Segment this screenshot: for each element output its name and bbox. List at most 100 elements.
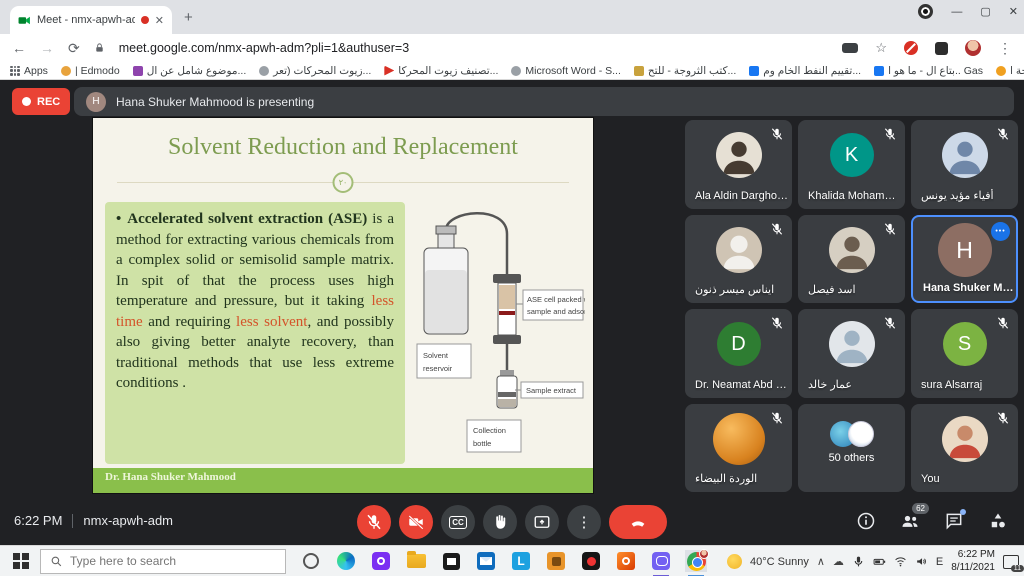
more-options-button[interactable]: ⋮ <box>567 505 601 539</box>
browser-tab[interactable]: Meet - nmx-apwh-adm ✕ <box>10 6 172 34</box>
participants-button[interactable]: 62 <box>900 511 920 531</box>
purple-app-button[interactable] <box>370 550 392 572</box>
raise-hand-button[interactable] <box>483 505 517 539</box>
avatar <box>829 227 875 273</box>
captions-button[interactable]: CC <box>441 505 475 539</box>
tab-close-icon[interactable]: ✕ <box>155 14 164 27</box>
start-button[interactable] <box>13 553 29 569</box>
facebook-favicon <box>874 66 884 76</box>
bookmark-item[interactable]: موضوع شامل عن ال... <box>133 65 247 77</box>
meeting-details-button[interactable] <box>856 511 876 531</box>
participant-tile[interactable]: الوردة البيضاء <box>685 404 792 493</box>
bookmark-item[interactable]: زيوت المحركات (تعر... <box>259 65 371 77</box>
camera-off-icon <box>407 513 425 531</box>
self-tile[interactable]: You <box>911 404 1018 493</box>
language-indicator[interactable]: E <box>936 556 943 568</box>
apps-shortcut[interactable]: Apps <box>10 65 48 77</box>
volume-icon[interactable] <box>915 555 928 568</box>
bookmark-edmodo[interactable]: | Edmodo <box>61 65 120 77</box>
mic-off-icon <box>770 316 784 330</box>
bookmark-item[interactable]: كتب الثروجة - للتح... <box>634 65 736 77</box>
media-app-button[interactable] <box>580 550 602 572</box>
mic-off-icon <box>883 316 897 330</box>
tray-expand-icon[interactable]: ∧ <box>817 555 825 568</box>
leave-call-button[interactable] <box>609 505 667 539</box>
participant-tile[interactable]: ايناس ميسر ذنون <box>685 215 792 304</box>
window-maximize-button[interactable]: ▢ <box>980 5 990 18</box>
participant-tile[interactable]: S sura Alsarraj <box>911 309 1018 398</box>
taskbar-search-input[interactable] <box>70 554 276 568</box>
office-button[interactable] <box>615 550 637 572</box>
chrome-button[interactable] <box>685 550 707 572</box>
hand-icon <box>491 513 509 531</box>
extension-pin-icon[interactable] <box>935 42 948 55</box>
extension-blocker-icon[interactable] <box>904 41 918 55</box>
svg-text:ASE cell packed with: ASE cell packed with <box>527 295 585 304</box>
participant-tile[interactable]: Ala Aldin Darghouth <box>685 120 792 209</box>
screen: Meet - nmx-apwh-adm ✕ + — ▢ ✕ ← → ⟳ meet… <box>0 0 1024 576</box>
edge-button[interactable] <box>335 550 357 572</box>
globe-favicon <box>511 66 521 76</box>
tile-menu-button[interactable]: ••• <box>991 222 1010 241</box>
participant-name: Hana Shuker Mahm... <box>923 282 1014 294</box>
present-button[interactable] <box>525 505 559 539</box>
cortana-button[interactable] <box>300 550 322 572</box>
action-center-icon[interactable]: 11 <box>1003 555 1019 569</box>
browser-tabstrip: Meet - nmx-apwh-adm ✕ + — ▢ ✕ <box>0 0 1024 34</box>
bookmark-facebook[interactable]: تقييم النفط الخام وم... <box>749 65 861 77</box>
url-bar[interactable]: meet.google.com/nmx-apwh-adm?pli=1&authu… <box>119 41 409 55</box>
cc-icon: CC <box>449 516 467 529</box>
svg-text:bottle: bottle <box>473 439 491 448</box>
wifi-icon[interactable] <box>894 555 907 568</box>
mic-off-icon <box>770 411 784 425</box>
taskbar-search[interactable] <box>40 549 286 574</box>
new-tab-button[interactable]: + <box>184 9 193 26</box>
mic-off-icon <box>996 411 1010 425</box>
camera-toggle-button[interactable] <box>399 505 433 539</box>
activities-button[interactable] <box>988 511 1008 531</box>
avatar: K <box>830 133 874 177</box>
participant-tile-presenter[interactable]: ••• H Hana Shuker Mahm... <box>911 215 1018 304</box>
onedrive-cloud-icon[interactable]: ☁ <box>833 555 844 568</box>
participant-tile[interactable]: اسد فيصل <box>798 215 905 304</box>
participant-tile[interactable]: D Dr. Neamat Abd El-... <box>685 309 792 398</box>
orange-app-button[interactable] <box>545 550 567 572</box>
bookmark-star-icon[interactable]: ☆ <box>875 40 887 56</box>
presenting-banner: H Hana Shuker Mahmood is presenting <box>74 87 1014 116</box>
forward-button[interactable]: → <box>40 40 54 56</box>
reload-button[interactable]: ⟳ <box>68 40 80 57</box>
window-minimize-button[interactable]: — <box>951 6 962 18</box>
store-button[interactable] <box>440 550 462 572</box>
viber-button[interactable] <box>650 550 672 572</box>
svg-text:Solvent: Solvent <box>423 351 449 360</box>
bookmark-item[interactable]: تصنيف زيوت المحركا... <box>384 65 498 77</box>
recorder-indicator-icon <box>918 4 933 19</box>
others-tile[interactable]: 50 others <box>798 404 905 493</box>
participant-tile[interactable]: عمار خالد <box>798 309 905 398</box>
taskbar-clock[interactable]: 6:22 PM8/11/2021 <box>951 549 995 574</box>
participant-tile[interactable]: K Khalida Mohamme... <box>798 120 905 209</box>
file-explorer-button[interactable] <box>405 550 427 572</box>
presentation-slide[interactable]: Solvent Reduction and Replacement ٢٠ •Ac… <box>93 118 593 493</box>
mic-off-icon <box>770 127 784 141</box>
viber-icon <box>652 552 670 570</box>
battery-icon[interactable] <box>873 555 886 568</box>
mail-button[interactable] <box>475 550 497 572</box>
weather-sun-icon[interactable] <box>727 554 742 569</box>
participant-tile[interactable]: أفياء مؤيد يونس <box>911 120 1018 209</box>
mic-toggle-button[interactable] <box>357 505 391 539</box>
rec-dot-icon <box>22 97 31 106</box>
weather-label[interactable]: 40°C Sunny <box>750 556 809 568</box>
participant-name: الوردة البيضاء <box>695 472 757 485</box>
back-button[interactable]: ← <box>12 40 26 56</box>
bookmark-facebook[interactable]: بتاع ال - ما هو ا.. Gas <box>874 65 983 77</box>
chat-button[interactable] <box>944 511 964 531</box>
browser-menu-icon[interactable]: ⋮ <box>998 40 1012 57</box>
profile-avatar[interactable] <box>965 40 981 56</box>
bookmark-item[interactable]: ما هو مقياس درجة ا... <box>996 65 1024 77</box>
bookmark-word[interactable]: Microsoft Word - S... <box>511 65 621 77</box>
store-icon <box>443 553 460 570</box>
tray-mic-icon[interactable] <box>852 555 865 568</box>
l-app-button[interactable]: L <box>510 550 532 572</box>
window-close-button[interactable]: ✕ <box>1009 5 1018 18</box>
